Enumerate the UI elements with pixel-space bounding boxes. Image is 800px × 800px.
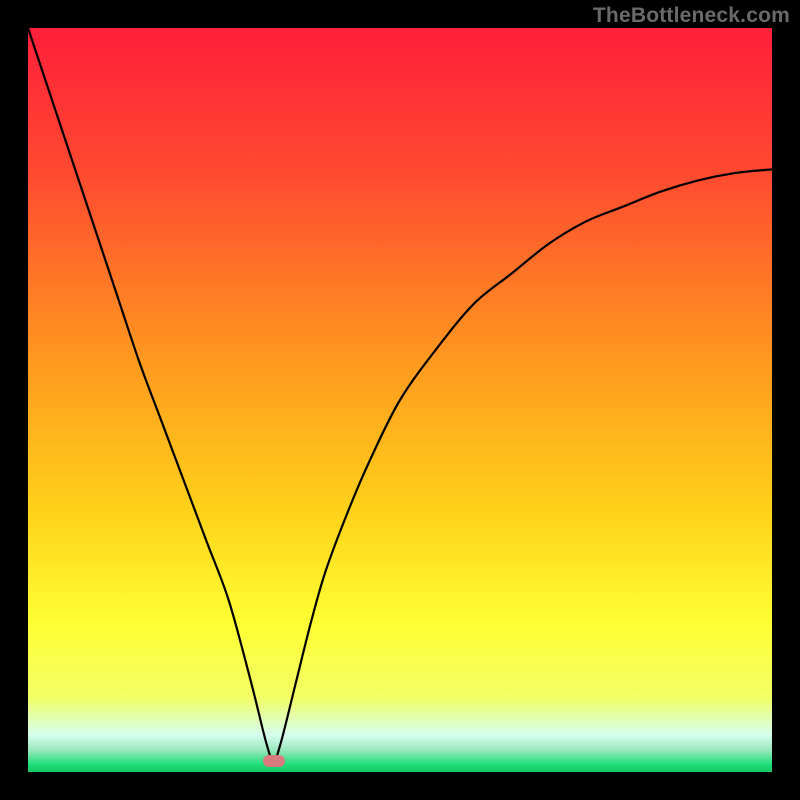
chart-svg [28,28,772,772]
plot-area [28,28,772,772]
minimum-marker [263,755,285,767]
watermark-text: TheBottleneck.com [593,4,790,28]
chart-frame: TheBottleneck.com [0,0,800,800]
